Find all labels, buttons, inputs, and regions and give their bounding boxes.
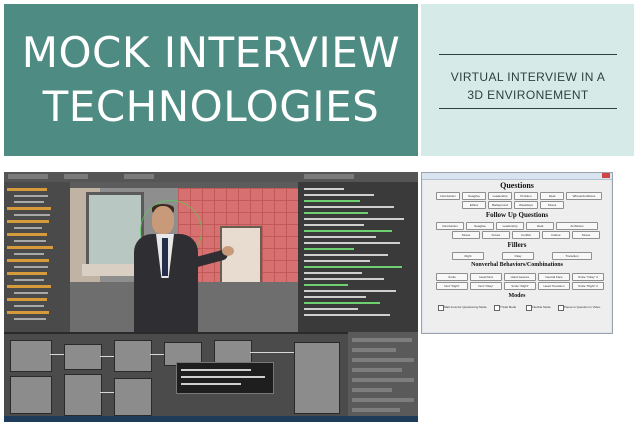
nonverbal-button[interactable]: Head Transition: [538, 282, 570, 290]
avatar-hand: [222, 246, 234, 256]
nonverbal-button[interactable]: Head Nod: [470, 273, 502, 281]
nonverbal-button[interactable]: Nod "Right": [436, 282, 468, 290]
questions-heading: Questions: [500, 181, 534, 190]
question-button[interactable]: Where/Ambitions: [566, 192, 602, 200]
question-button[interactable]: Problem: [514, 192, 538, 200]
nonverbal-button[interactable]: Smile "Right": [504, 282, 536, 290]
nonverbal-button[interactable]: Neutral Face: [538, 273, 570, 281]
question-button[interactable]: Background: [488, 201, 512, 209]
question-button[interactable]: Leadership: [488, 192, 512, 200]
question-button[interactable]: Ethics: [462, 201, 486, 209]
follow-up-button[interactable]: Ideal: [526, 222, 554, 230]
outliner-panel: [4, 182, 70, 332]
tooltip-popup: [176, 362, 274, 394]
follow-up-button[interactable]: Introduction: [436, 222, 464, 230]
question-button[interactable]: Weekdays: [514, 201, 538, 209]
nonverbal-button[interactable]: Hand Gesture: [504, 273, 536, 281]
modes-heading: Modes: [508, 293, 526, 299]
follow-up-button[interactable]: Failure: [542, 231, 570, 239]
follow-up-button[interactable]: Stress: [572, 231, 600, 239]
close-icon[interactable]: [602, 173, 610, 178]
follow-up-button[interactable]: Ambitions: [556, 222, 598, 230]
question-button[interactable]: Introduction: [436, 192, 460, 200]
nonverbal-heading: Nonverbal Behaviors/Combinations: [471, 262, 563, 268]
subtitle-line-1: VIRTUAL INTERVIEW IN A: [450, 70, 606, 84]
title-line-2: TECHNOLOGIES: [42, 82, 380, 131]
3d-editor-screenshot: [4, 172, 418, 422]
nonverbal-button[interactable]: Smile: [436, 273, 468, 281]
properties-panel[interactable]: [348, 332, 418, 422]
mode-label: Trivial Mode: [500, 305, 517, 309]
mode-label: Matt Inventor Questioning Mode: [444, 305, 487, 309]
avatar-tie: [162, 238, 168, 276]
follow-up-button[interactable]: Future: [482, 231, 510, 239]
mode-label: Flexible Mode: [532, 305, 551, 309]
fillers-heading: Fillers: [507, 241, 527, 249]
question-button[interactable]: Neagtive: [462, 192, 486, 200]
subtitle-line-2: 3D ENVIRONEMENT: [467, 88, 589, 102]
room-desk: [82, 264, 142, 276]
question-button[interactable]: Ideal: [540, 192, 564, 200]
interview-control-panel: Questions Introduction Neagtive Leadersh…: [421, 172, 613, 334]
nonverbal-button[interactable]: Nod "Okay": [470, 282, 502, 290]
follow-up-button[interactable]: Leadership: [496, 222, 524, 230]
os-taskbar: [4, 416, 418, 422]
filler-button[interactable]: Okay: [502, 252, 534, 260]
follow-up-button[interactable]: Neagtive: [466, 222, 494, 230]
script-editor[interactable]: [298, 182, 418, 332]
follow-up-heading: Follow Up Questions: [485, 211, 549, 219]
follow-up-button[interactable]: Stress: [452, 231, 480, 239]
bottom-divider: [439, 108, 617, 109]
title-banner: MOCK INTERVIEW TECHNOLOGIES: [4, 4, 418, 156]
avatar-head: [152, 206, 174, 234]
nonverbal-button[interactable]: Smile "Right" 2: [572, 282, 604, 290]
title-line-1: MOCK INTERVIEW: [21, 28, 401, 77]
subtitle-text: VIRTUAL INTERVIEW IN A 3D ENVIRONEMENT: [431, 68, 625, 104]
top-divider: [439, 54, 617, 55]
question-button[interactable]: Stress: [540, 201, 564, 209]
filler-button[interactable]: Right: [452, 252, 484, 260]
filler-button[interactable]: Transition: [552, 252, 592, 260]
mode-label: Pause to Question in Video: [564, 305, 601, 309]
gui-titlebar: [422, 173, 612, 180]
3d-viewport[interactable]: [70, 182, 298, 332]
nonverbal-button[interactable]: Smile "Okay" 2: [572, 273, 604, 281]
follow-up-button[interactable]: Conflict: [512, 231, 540, 239]
subtitle-box: VIRTUAL INTERVIEW IN A 3D ENVIRONEMENT: [421, 4, 634, 156]
